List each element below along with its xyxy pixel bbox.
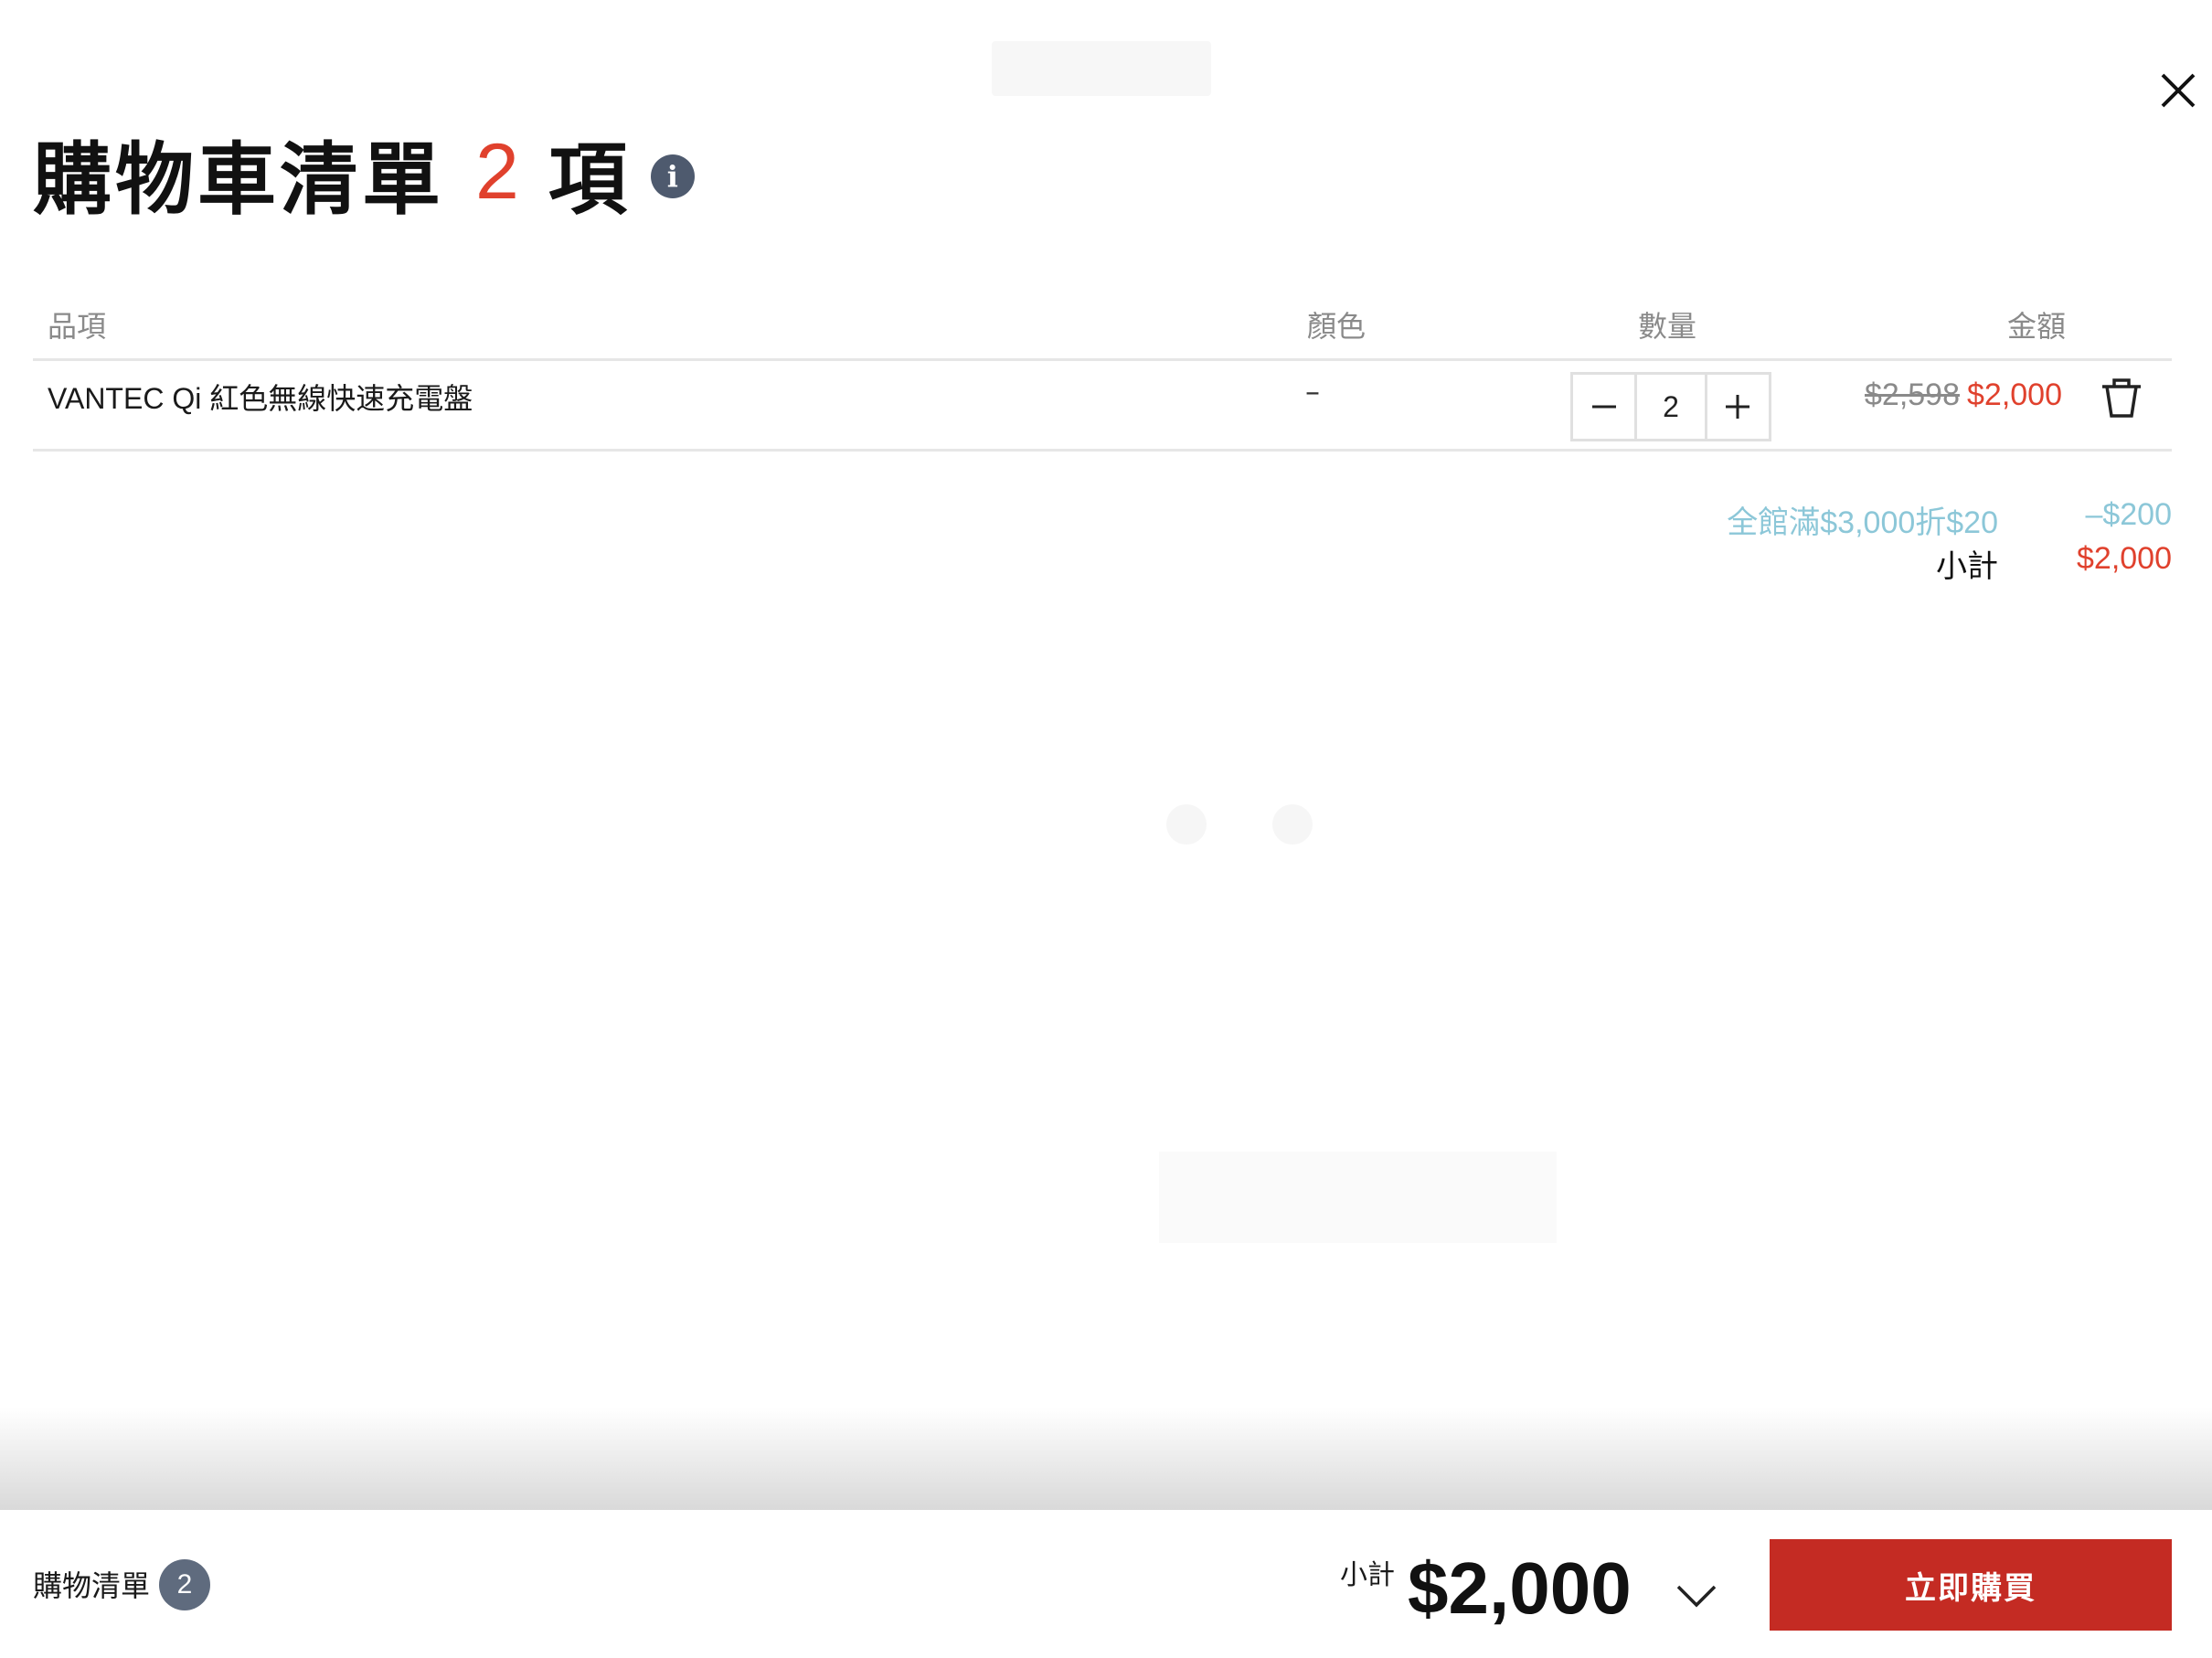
item-price: $2,598 $2,000	[1865, 377, 2062, 413]
header-color: 顏色	[1307, 309, 1367, 344]
cart-list-label[interactable]: 購物清單	[33, 1563, 150, 1605]
discount-value: –$200	[2085, 497, 2172, 532]
increase-qty-button[interactable]	[1707, 375, 1769, 439]
chevron-down-icon	[1676, 1585, 1717, 1608]
table-row: VANTEC Qi 紅色無線快速充電盤 – 2 $2,598 $2,000	[33, 361, 2172, 452]
discount-label: 全館滿$3,000折$20	[1727, 505, 1998, 540]
order-summary: 全館滿$3,000折$20 –$200 小計 $2,000	[1727, 497, 2172, 585]
buy-now-button[interactable]: 立即購買	[1770, 1539, 2172, 1631]
title-unit: 項	[548, 133, 627, 226]
quantity-stepper: 2	[1570, 372, 1771, 441]
bottom-bar: 購物清單 2 小計 $2,000 立即購買	[0, 1510, 2212, 1658]
product-name[interactable]: VANTEC Qi 紅色無線快速充電盤	[48, 376, 473, 418]
expand-summary-button[interactable]	[1675, 1579, 1718, 1610]
info-icon[interactable]: i	[650, 154, 695, 198]
cart-table-header: 品項 顏色 數量 金額	[33, 292, 2172, 361]
header-item: 品項	[48, 309, 107, 344]
background-swatch	[1272, 804, 1313, 845]
header-amount: 金額	[2007, 309, 2067, 344]
decrease-qty-button[interactable]	[1573, 375, 1634, 439]
subtotal-label: 小計	[1936, 549, 1998, 584]
plus-icon	[1726, 395, 1750, 419]
bottom-subtotal-label: 小計	[1340, 1559, 1395, 1591]
cart-count-badge: 2	[159, 1559, 210, 1610]
background-button	[1159, 1152, 1557, 1243]
background-swatch	[1166, 804, 1207, 845]
bottom-subtotal-value: $2,000	[1408, 1547, 1632, 1629]
trash-icon	[2102, 378, 2141, 418]
close-icon	[2161, 73, 2196, 108]
scroll-fade	[0, 1408, 2212, 1510]
minus-icon	[1591, 405, 1616, 409]
background-logo	[992, 41, 1211, 96]
quantity-value[interactable]: 2	[1634, 375, 1707, 439]
product-color: –	[1305, 374, 1320, 409]
original-price: $2,598	[1865, 377, 1960, 412]
close-button[interactable]	[2157, 69, 2199, 112]
final-price: $2,000	[1967, 377, 2062, 412]
header-qty: 數量	[1638, 309, 1697, 344]
page-title: 購物車清單 2 項 i	[33, 126, 695, 226]
subtotal-row: 小計 $2,000	[1727, 541, 2172, 585]
title-item-count: 2	[475, 127, 519, 216]
delete-item-button[interactable]	[2099, 376, 2144, 421]
subtotal-value: $2,000	[2077, 541, 2172, 576]
discount-row: 全館滿$3,000折$20 –$200	[1727, 497, 2172, 541]
title-text: 購物車清單	[33, 133, 444, 226]
